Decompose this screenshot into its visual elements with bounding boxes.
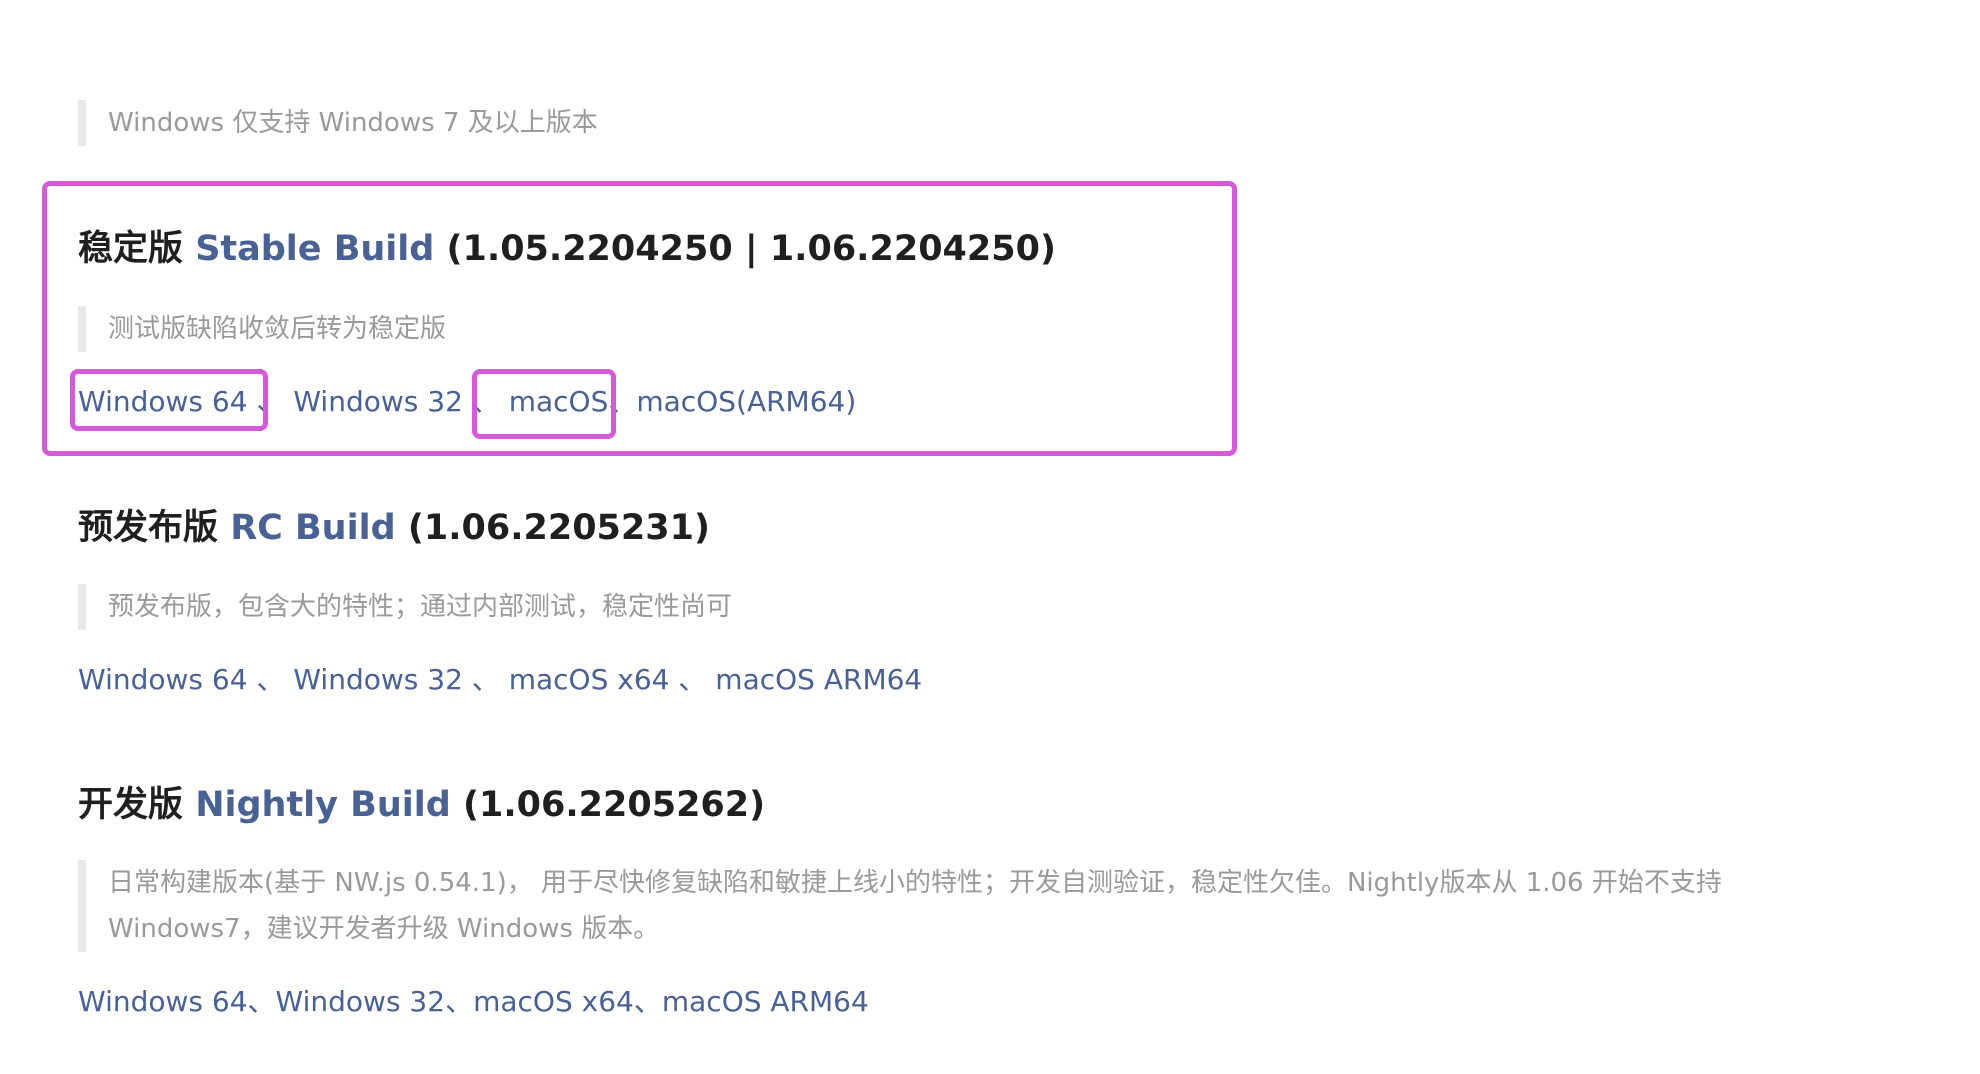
link-separator: 、	[471, 663, 500, 696]
nightly-build-links: Windows 64、Windows 32、macOS x64、macOS AR…	[78, 982, 869, 1022]
link-separator: 、	[678, 663, 707, 696]
stable-build-title-accent: Stable Build	[195, 229, 435, 269]
windows-support-note: Windows 仅支持 Windows 7 及以上版本	[78, 100, 598, 146]
nightly-build-version: (1.06.2205262)	[450, 785, 766, 825]
stable-build-note: 测试版缺陷收敛后转为稳定版	[78, 306, 446, 352]
nightly-build-note-text: 日常构建版本(基于 NW.js 0.54.1)， 用于尽快修复缺陷和敏捷上线小的…	[108, 868, 1722, 944]
stable-build-title-prefix: 稳定版	[78, 229, 196, 269]
nightly-build-heading: 开发版 Nightly Build (1.06.2205262)	[78, 782, 765, 828]
link-separator: 、	[608, 385, 637, 418]
stable-build-version: (1.05.2204250 | 1.06.2204250)	[434, 229, 1056, 269]
nightly-windows32-link[interactable]: Windows 32	[276, 985, 446, 1018]
nightly-build-title-prefix: 开发版	[78, 785, 196, 825]
rc-build-version: (1.06.2205231)	[395, 508, 710, 548]
rc-build-title-prefix: 预发布版	[78, 508, 231, 548]
link-separator: 、	[247, 985, 276, 1018]
rc-build-note: 预发布版，包含大的特性；通过内部测试，稳定性尚可	[78, 584, 732, 630]
nightly-macos-x64-link[interactable]: macOS x64	[473, 985, 634, 1018]
stable-macos-arm64-link[interactable]: macOS(ARM64)	[636, 385, 856, 418]
stable-macos-link[interactable]: macOS	[509, 385, 609, 418]
rc-build-links: Windows 64 、 Windows 32 、 macOS x64 、 ma…	[78, 660, 922, 700]
stable-build-heading: 稳定版 Stable Build (1.05.2204250 | 1.06.22…	[78, 226, 1056, 272]
stable-windows32-link[interactable]: Windows 32	[293, 385, 463, 418]
link-separator: 、	[445, 985, 474, 1018]
nightly-windows64-link[interactable]: Windows 64	[78, 985, 248, 1018]
nightly-macos-arm64-link[interactable]: macOS ARM64	[662, 985, 869, 1018]
rc-macos-arm64-link[interactable]: macOS ARM64	[715, 663, 922, 696]
windows-support-note-text: Windows 仅支持 Windows 7 及以上版本	[108, 108, 598, 138]
nightly-build-note: 日常构建版本(基于 NW.js 0.54.1)， 用于尽快修复缺陷和敏捷上线小的…	[78, 860, 1868, 952]
download-page: Windows 仅支持 Windows 7 及以上版本 稳定版 Stable B…	[0, 0, 1980, 1074]
nightly-build-title-accent: Nightly Build	[195, 785, 451, 825]
stable-build-links: Windows 64 、 Windows 32 、 macOS、macOS(AR…	[78, 382, 856, 422]
link-separator: 、	[256, 385, 285, 418]
stable-build-note-text: 测试版缺陷收敛后转为稳定版	[108, 314, 447, 344]
link-separator: 、	[633, 985, 662, 1018]
rc-windows32-link[interactable]: Windows 32	[293, 663, 463, 696]
rc-build-note-text: 预发布版，包含大的特性；通过内部测试，稳定性尚可	[108, 592, 733, 622]
rc-windows64-link[interactable]: Windows 64	[78, 663, 248, 696]
link-separator: 、	[256, 663, 285, 696]
rc-macos-x64-link[interactable]: macOS x64	[509, 663, 670, 696]
link-separator: 、	[471, 385, 500, 418]
rc-build-heading: 预发布版 RC Build (1.06.2205231)	[78, 505, 710, 551]
stable-windows64-link[interactable]: Windows 64	[78, 385, 248, 418]
rc-build-title-accent: RC Build	[230, 508, 396, 548]
